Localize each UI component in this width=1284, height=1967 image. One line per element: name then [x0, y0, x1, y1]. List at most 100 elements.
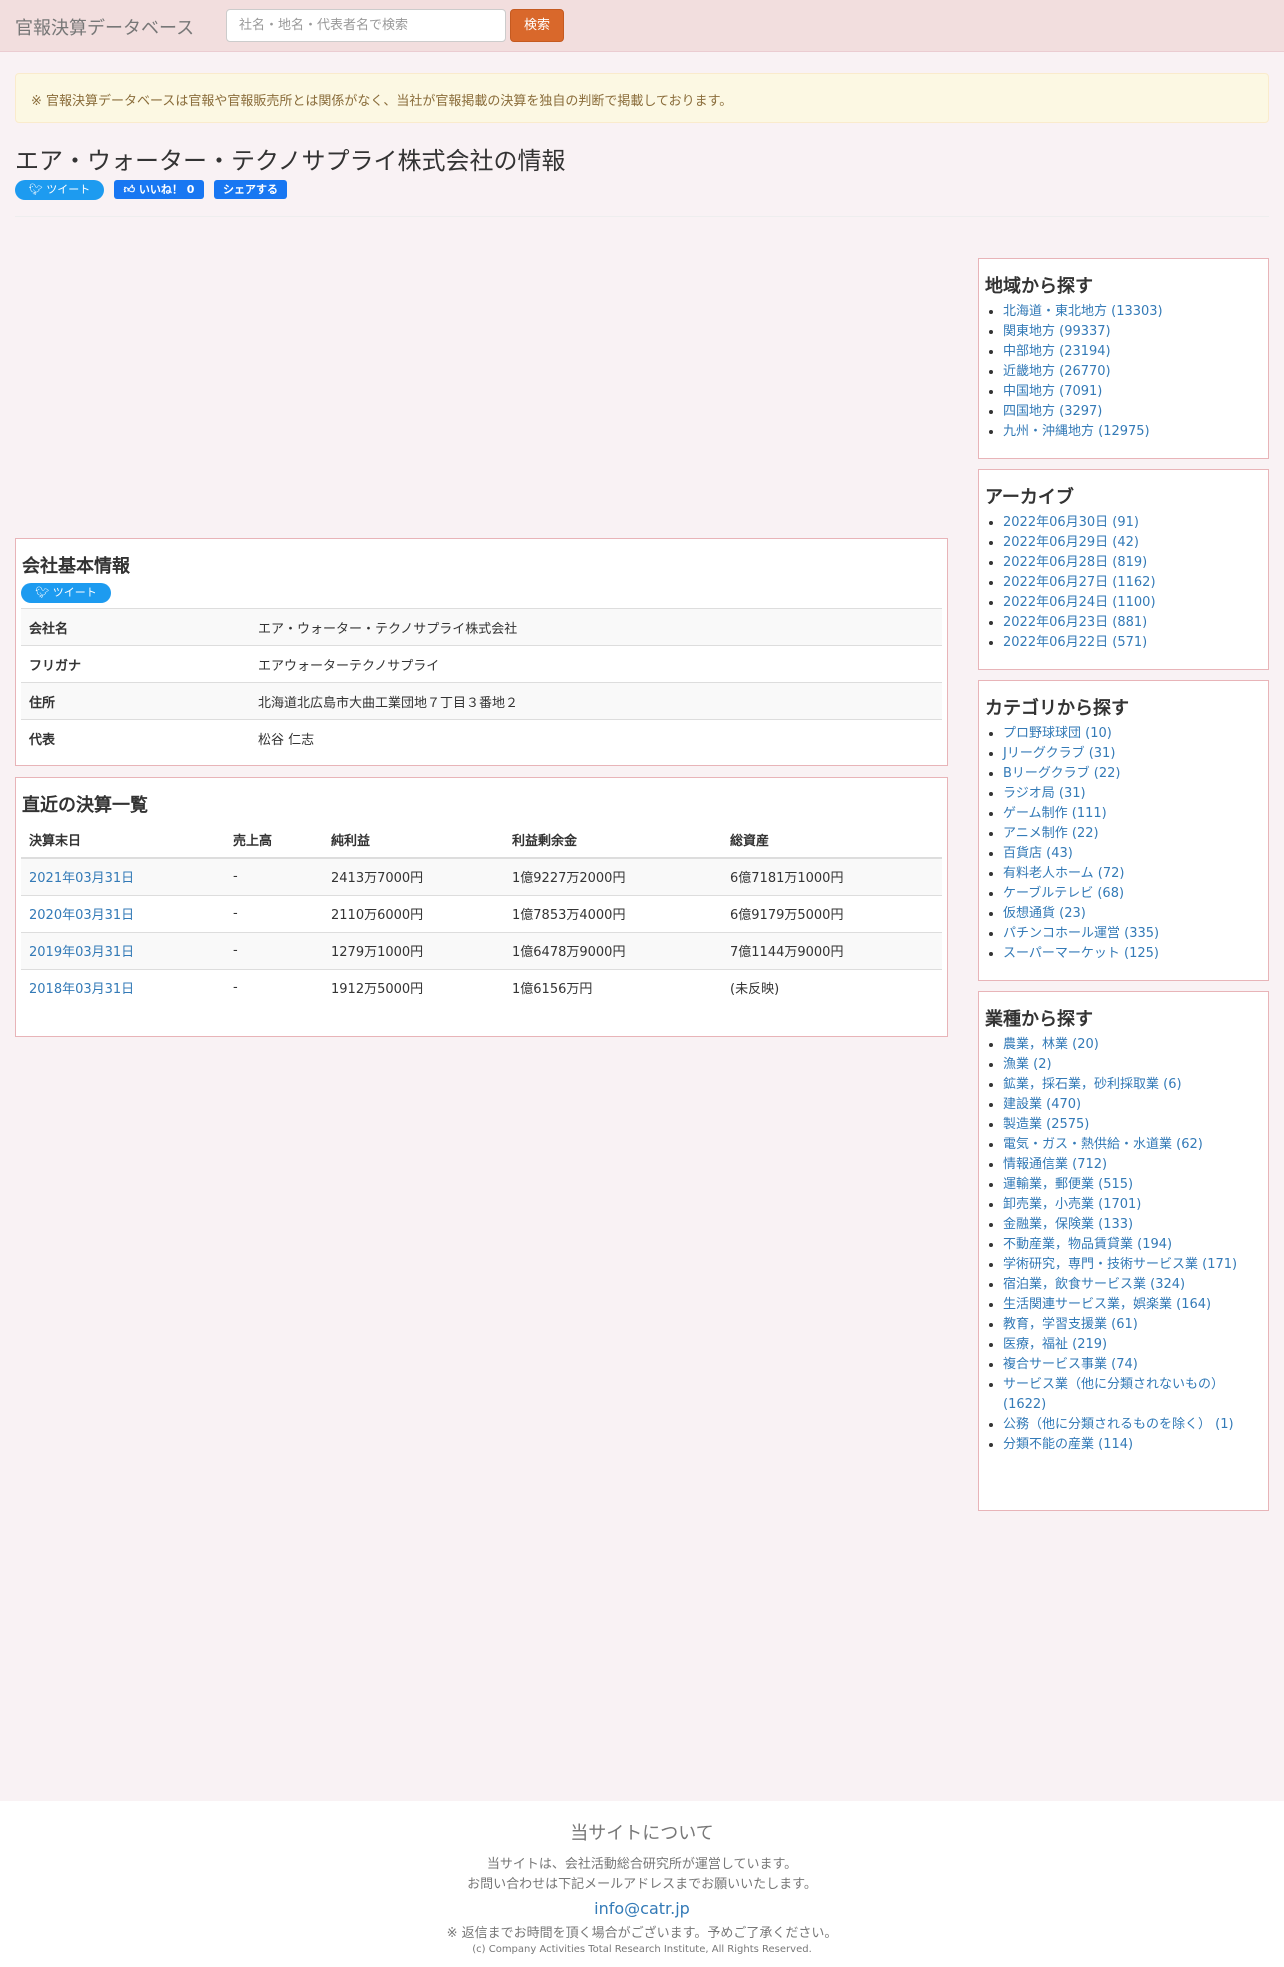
- result-date-link[interactable]: 2018年03月31日: [29, 982, 134, 997]
- list-item: 有料老人ホーム (72): [1003, 864, 1159, 884]
- tweet-button-small[interactable]: 🐦︎ ツイート: [21, 583, 111, 603]
- category-link[interactable]: アニメ制作 (22): [1003, 826, 1099, 841]
- info-value: 北海道北広島市大曲工業団地７丁目３番地２: [250, 682, 942, 720]
- industry-link[interactable]: サービス業（他に分類されないもの） (1622): [1003, 1377, 1224, 1412]
- region-title: 地域から探す: [985, 276, 1093, 297]
- industry-link[interactable]: 宿泊業，飲食サービス業 (324): [1003, 1277, 1185, 1292]
- info-value: 松谷 仁志: [250, 719, 942, 757]
- industry-link[interactable]: 学術研究，専門・技術サービス業 (171): [1003, 1257, 1237, 1272]
- list-item: プロ野球球団 (10): [1003, 724, 1159, 744]
- result-date-link[interactable]: 2020年03月31日: [29, 908, 134, 923]
- info-key: 代表: [21, 719, 250, 757]
- region-link[interactable]: 北海道・東北地方 (13303): [1003, 304, 1163, 319]
- region-link[interactable]: 中国地方 (7091): [1003, 384, 1102, 399]
- category-link[interactable]: ゲーム制作 (111): [1003, 806, 1107, 821]
- table-row: 2019年03月31日 - 1279万1000円 1億6478万9000円 7億…: [21, 931, 942, 969]
- archive-list: 2022年06月30日 (91) 2022年06月29日 (42) 2022年0…: [1003, 513, 1156, 653]
- list-item: Jリーグクラブ (31): [1003, 744, 1159, 764]
- archive-link[interactable]: 2022年06月23日 (881): [1003, 615, 1147, 630]
- net-income-cell: 2110万6000円: [323, 894, 504, 932]
- category-link[interactable]: 百貨店 (43): [1003, 846, 1073, 861]
- category-link[interactable]: ケーブルテレビ (68): [1003, 886, 1124, 901]
- footer-title: 当サイトについて: [570, 1823, 714, 1844]
- industry-link[interactable]: 建設業 (470): [1003, 1097, 1081, 1112]
- list-item: 電気・ガス・熱供給・水道業 (62): [1003, 1135, 1253, 1155]
- search-button[interactable]: 検索: [510, 9, 564, 42]
- industry-link[interactable]: 金融業，保険業 (133): [1003, 1217, 1133, 1232]
- archive-link[interactable]: 2022年06月22日 (571): [1003, 635, 1147, 650]
- archive-link[interactable]: 2022年06月27日 (1162): [1003, 575, 1156, 590]
- like-button[interactable]: 👍︎ いいね！ 0: [114, 180, 204, 199]
- company-info-title: 会社基本情報: [22, 556, 130, 577]
- industry-panel: 業種から探す 農業，林業 (20) 漁業 (2) 鉱業，採石業，砂利採取業 (6…: [978, 991, 1269, 1511]
- category-link[interactable]: 仮想通貨 (23): [1003, 906, 1086, 921]
- archive-link[interactable]: 2022年06月29日 (42): [1003, 535, 1139, 550]
- list-item: 建設業 (470): [1003, 1095, 1253, 1115]
- industry-link[interactable]: 分類不能の産業 (114): [1003, 1437, 1133, 1452]
- column-header: 決算末日: [21, 821, 225, 859]
- archive-link[interactable]: 2022年06月30日 (91): [1003, 515, 1139, 530]
- industry-link[interactable]: 電気・ガス・熱供給・水道業 (62): [1003, 1137, 1203, 1152]
- list-item: 学術研究，専門・技術サービス業 (171): [1003, 1255, 1253, 1275]
- list-item: 漁業 (2): [1003, 1055, 1253, 1075]
- list-item: ケーブルテレビ (68): [1003, 884, 1159, 904]
- net-income-cell: 1279万1000円: [323, 931, 504, 969]
- twitter-bird-icon: 🐦︎: [28, 183, 43, 196]
- industry-link[interactable]: 医療，福祉 (219): [1003, 1337, 1107, 1352]
- list-item: 2022年06月27日 (1162): [1003, 573, 1156, 593]
- list-item: 金融業，保険業 (133): [1003, 1215, 1253, 1235]
- result-date-link[interactable]: 2021年03月31日: [29, 871, 134, 886]
- brand-link[interactable]: 官報決算データベース: [15, 14, 194, 40]
- industry-link[interactable]: 情報通信業 (712): [1003, 1157, 1107, 1172]
- results-panel: 直近の決算一覧 決算末日 売上高 純利益 利益剰余金 総資産 2021年03月3…: [15, 777, 948, 1037]
- category-link[interactable]: Jリーグクラブ (31): [1003, 746, 1115, 761]
- archive-title: アーカイブ: [985, 487, 1074, 508]
- company-info-table: 会社名 エア・ウォーター・テクノサプライ株式会社 フリガナ エアウォーターテクノ…: [21, 608, 942, 757]
- share-button[interactable]: シェアする: [214, 180, 287, 199]
- industry-link[interactable]: 複合サービス事業 (74): [1003, 1357, 1138, 1372]
- list-item: 北海道・東北地方 (13303): [1003, 302, 1163, 322]
- divider: [15, 216, 1269, 217]
- category-link[interactable]: パチンコホール運営 (335): [1003, 926, 1159, 941]
- industry-link[interactable]: 農業，林業 (20): [1003, 1037, 1099, 1052]
- list-item: 中部地方 (23194): [1003, 342, 1163, 362]
- result-date-link[interactable]: 2019年03月31日: [29, 945, 134, 960]
- industry-link[interactable]: 不動産業，物品賃貸業 (194): [1003, 1237, 1172, 1252]
- list-item: 中国地方 (7091): [1003, 382, 1163, 402]
- industry-link[interactable]: 教育，学習支援業 (61): [1003, 1317, 1138, 1332]
- category-link[interactable]: ラジオ局 (31): [1003, 786, 1086, 801]
- industry-link[interactable]: 運輸業，郵便業 (515): [1003, 1177, 1133, 1192]
- industry-link[interactable]: 卸売業，小売業 (1701): [1003, 1197, 1141, 1212]
- region-link[interactable]: 四国地方 (3297): [1003, 404, 1102, 419]
- thumbs-up-icon: 👍︎: [123, 183, 136, 196]
- info-key: 会社名: [21, 608, 250, 646]
- category-link[interactable]: Bリーグクラブ (22): [1003, 766, 1120, 781]
- list-item: 運輸業，郵便業 (515): [1003, 1175, 1253, 1195]
- region-link[interactable]: 関東地方 (99337): [1003, 324, 1111, 339]
- industry-link[interactable]: 鉱業，採石業，砂利採取業 (6): [1003, 1077, 1182, 1092]
- region-link[interactable]: 九州・沖縄地方 (12975): [1003, 424, 1150, 439]
- industry-link[interactable]: 漁業 (2): [1003, 1057, 1052, 1072]
- list-item: 宿泊業，飲食サービス業 (324): [1003, 1275, 1253, 1295]
- retained-earnings-cell: 1億6156万円: [504, 968, 722, 1006]
- industry-link[interactable]: 公務（他に分類されるものを除く） (1): [1003, 1417, 1234, 1432]
- search-input[interactable]: [226, 9, 506, 42]
- region-link[interactable]: 中部地方 (23194): [1003, 344, 1111, 359]
- category-link[interactable]: プロ野球球団 (10): [1003, 726, 1112, 741]
- footer-copyright: (c) Company Activities Total Research In…: [472, 1944, 812, 1955]
- list-item: 生活関連サービス業，娯楽業 (164): [1003, 1295, 1253, 1315]
- archive-link[interactable]: 2022年06月24日 (1100): [1003, 595, 1156, 610]
- category-link[interactable]: スーパーマーケット (125): [1003, 946, 1159, 961]
- category-link[interactable]: 有料老人ホーム (72): [1003, 866, 1124, 881]
- list-item: 分類不能の産業 (114): [1003, 1435, 1253, 1455]
- industry-link[interactable]: 生活関連サービス業，娯楽業 (164): [1003, 1297, 1211, 1312]
- retained-earnings-cell: 1億7853万4000円: [504, 894, 722, 932]
- footer-email-link[interactable]: info@catr.jp: [0, 1899, 1284, 1918]
- sales-cell: -: [225, 931, 323, 969]
- industry-link[interactable]: 製造業 (2575): [1003, 1117, 1089, 1132]
- region-link[interactable]: 近畿地方 (26770): [1003, 364, 1111, 379]
- industry-list: 農業，林業 (20) 漁業 (2) 鉱業，採石業，砂利採取業 (6) 建設業 (…: [1003, 1035, 1253, 1455]
- archive-link[interactable]: 2022年06月28日 (819): [1003, 555, 1147, 570]
- tweet-button[interactable]: 🐦︎ ツイート: [15, 180, 104, 200]
- list-item: ゲーム制作 (111): [1003, 804, 1159, 824]
